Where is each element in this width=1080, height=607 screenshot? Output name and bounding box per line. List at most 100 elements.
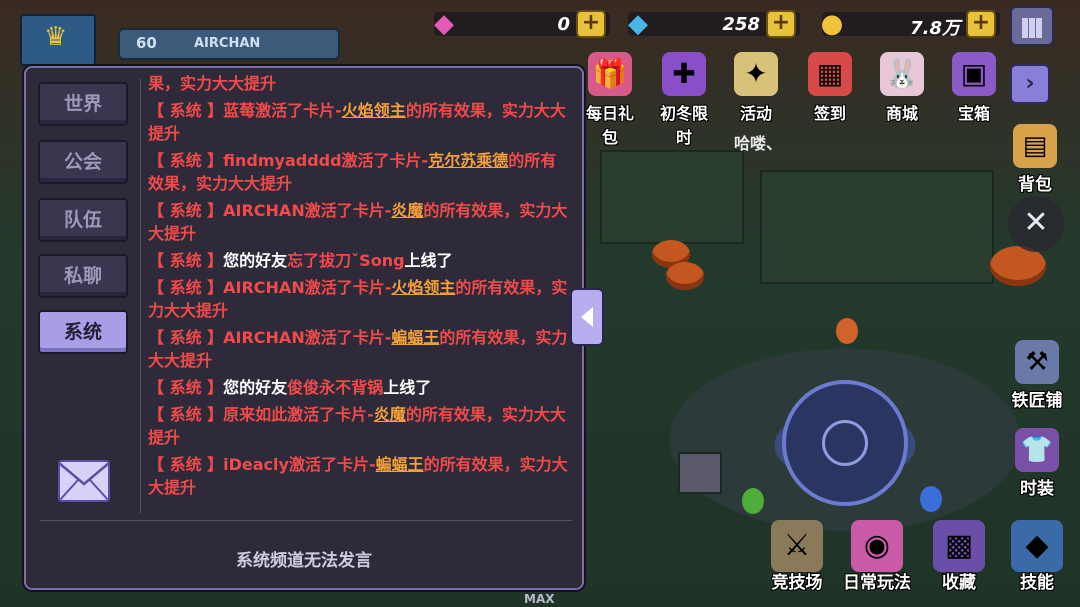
bottom-menu-daily[interactable]: ◉ 日常玩法 (842, 520, 912, 593)
chest-icon: ▣ (952, 52, 996, 96)
collapse-chat-button[interactable] (570, 288, 604, 346)
green-orb (742, 488, 764, 514)
event-icon: ✦ (734, 52, 778, 96)
pink-gem-icon: ◆ (434, 9, 454, 39)
top-menu-label: 活动 (739, 104, 772, 123)
player-info-bar[interactable]: 60 AIRCHAN (118, 28, 340, 60)
npc-sprite (678, 452, 722, 494)
tab-team[interactable]: 队伍 (38, 198, 128, 242)
gold-coin-icon: ● (820, 9, 844, 39)
chat-message: 【 系统 】原来如此激活了卡片-炎魔的所有效果，实力大大提升 (148, 403, 568, 449)
player-level: 60 (136, 34, 157, 52)
add-gold-button[interactable]: + (966, 10, 996, 38)
message-text: 果，实力大大提升 (148, 74, 277, 93)
message-text: 忘了拔刀ˇSong (287, 251, 405, 270)
bottom-menu-collection[interactable]: ▩ 收藏 (924, 520, 994, 593)
backpack-icon: ▤ (1013, 124, 1057, 168)
daily-icon: ◉ (851, 520, 903, 572)
expand-menu-button[interactable]: › (1010, 64, 1050, 104)
currency-gold: ● 7.8万 + (821, 8, 1000, 40)
message-text: 俊俊永不背锅 (287, 378, 384, 397)
tab-guild[interactable]: 公会 (38, 140, 128, 184)
gift-icon: 🎁 (588, 52, 632, 96)
message-text: 【 系统 】 (148, 251, 224, 270)
message-text: 您的好友 (223, 251, 288, 270)
top-menu-signin[interactable]: ▦ 签到 (800, 52, 860, 124)
card-link[interactable]: 炎魔 (391, 201, 423, 220)
top-menu-label: 签到 (813, 104, 846, 123)
chevron-right-icon: › (1025, 71, 1035, 96)
main-menu-button[interactable] (1010, 6, 1054, 46)
message-text: 上线了 (383, 378, 432, 397)
blue-gem-icon: ◆ (628, 9, 648, 39)
message-text: 【 系统 】 (148, 378, 224, 397)
top-menu-chest[interactable]: ▣ 宝箱 (944, 52, 1004, 124)
signin-icon: ▦ (808, 52, 852, 96)
bottom-menu-label: 收藏 (942, 573, 976, 593)
fashion-icon: 👕 (1015, 428, 1059, 472)
pumpkin (990, 246, 1046, 286)
chat-message: 【 系统 】AIRCHAN激活了卡片-炎魔的所有效果，实力大大提升 (148, 199, 568, 245)
player-avatar[interactable] (20, 14, 96, 66)
message-text: 【 系统 】AIRCHAN激活了卡片- (148, 278, 392, 297)
top-menu-shop[interactable]: 🐰 商城 (872, 52, 932, 124)
message-text: 【 系统 】蓝莓激活了卡片- (148, 101, 342, 120)
currency-pink-gem: ◆ 0 + (434, 8, 610, 40)
blacksmith-icon: ⚒ (1015, 340, 1059, 384)
mail-icon[interactable] (58, 460, 110, 502)
card-link[interactable]: 蝙蝠王 (376, 455, 424, 474)
fire-orb (836, 318, 858, 344)
side-menu-fashion[interactable]: 👕 时装 (1002, 428, 1072, 499)
shop-icon: 🐰 (880, 52, 924, 96)
side-menu-blacksmith[interactable]: ⚒ 铁匠铺 (1002, 340, 1072, 411)
top-menu-limited[interactable]: ✚ 初冬限时 (654, 52, 714, 148)
chat-message: 【 系统 】AIRCHAN激活了卡片-蝙蝠王的所有效果，实力大大提升 (148, 326, 568, 372)
add-pink-gem-button[interactable]: + (576, 10, 606, 38)
tab-private[interactable]: 私聊 (38, 254, 128, 298)
chat-footer-notice: 系统频道无法发言 (236, 551, 372, 571)
chat-message: 【 系统 】您的好友忘了拔刀ˇSong上线了 (148, 249, 568, 272)
bottom-menu-arena[interactable]: ⚔ 竞技场 (762, 520, 832, 593)
card-link[interactable]: 克尔苏乘德 (428, 151, 508, 170)
bottom-menu-skill[interactable]: ◆ 技能 (1002, 520, 1072, 593)
close-icon: ✕ (1023, 205, 1049, 240)
max-label: MAX (524, 592, 555, 606)
magic-circle (782, 380, 908, 506)
top-menu-event[interactable]: ✦ 活动 (726, 52, 786, 124)
side-menu-label: 铁匠铺 (1011, 391, 1063, 411)
limited-event-icon: ✚ (662, 52, 706, 96)
message-text: 上线了 (404, 251, 453, 270)
floor-tile (760, 170, 994, 284)
chat-message-list[interactable]: 果，实力大大提升【 系统 】蓝莓激活了卡片-火焰领主的所有效果，实力大大提升【 … (148, 72, 568, 518)
chat-message: 【 系统 】findmyadddd激活了卡片-克尔苏乘德的所有效果，实力大大提升 (148, 149, 568, 195)
currency-blue-gem: ◆ 258 + (628, 8, 800, 40)
chat-message: 【 系统 】您的好友俊俊永不背锅上线了 (148, 376, 568, 399)
card-link[interactable]: 火焰领主 (391, 278, 455, 297)
chat-message: 果，实力大大提升 (148, 72, 568, 95)
pumpkin (666, 262, 704, 290)
currency-value: 7.8万 (910, 18, 960, 39)
card-link[interactable]: 火焰领主 (342, 101, 406, 120)
top-menu-label: 宝箱 (957, 104, 990, 123)
collection-icon: ▩ (933, 520, 985, 572)
player-name: AIRCHAN (194, 36, 261, 51)
bottom-menu-label: 技能 (1020, 573, 1054, 593)
panel-divider (140, 78, 141, 514)
card-link[interactable]: 蝙蝠王 (391, 328, 439, 347)
skill-icon: ◆ (1011, 520, 1063, 572)
chat-panel: 世界 公会 队伍 私聊 系统 果，实力大大提升【 系统 】蓝莓激活了卡片-火焰领… (24, 66, 584, 590)
close-button[interactable]: ✕ (1008, 196, 1064, 252)
card-link[interactable]: 炎魔 (374, 405, 406, 424)
message-text: 【 系统 】iDeacly激活了卡片- (148, 455, 376, 474)
currency-value: 0 (557, 14, 570, 35)
tab-system[interactable]: 系统 (38, 310, 128, 354)
chat-message: 【 系统 】iDeacly激活了卡片-蝙蝠王的所有效果，实力大大提升 (148, 453, 568, 499)
top-menu-label: 初冬限时 (659, 104, 708, 147)
side-menu-backpack[interactable]: ▤ 背包 (1000, 124, 1070, 195)
tab-world[interactable]: 世界 (38, 82, 128, 126)
bottom-menu-label: 竞技场 (771, 573, 823, 593)
top-menu-gift[interactable]: 🎁 每日礼包 (580, 52, 640, 148)
message-text: 您的好友 (223, 378, 288, 397)
blue-orb (920, 486, 942, 512)
add-blue-gem-button[interactable]: + (766, 10, 796, 38)
